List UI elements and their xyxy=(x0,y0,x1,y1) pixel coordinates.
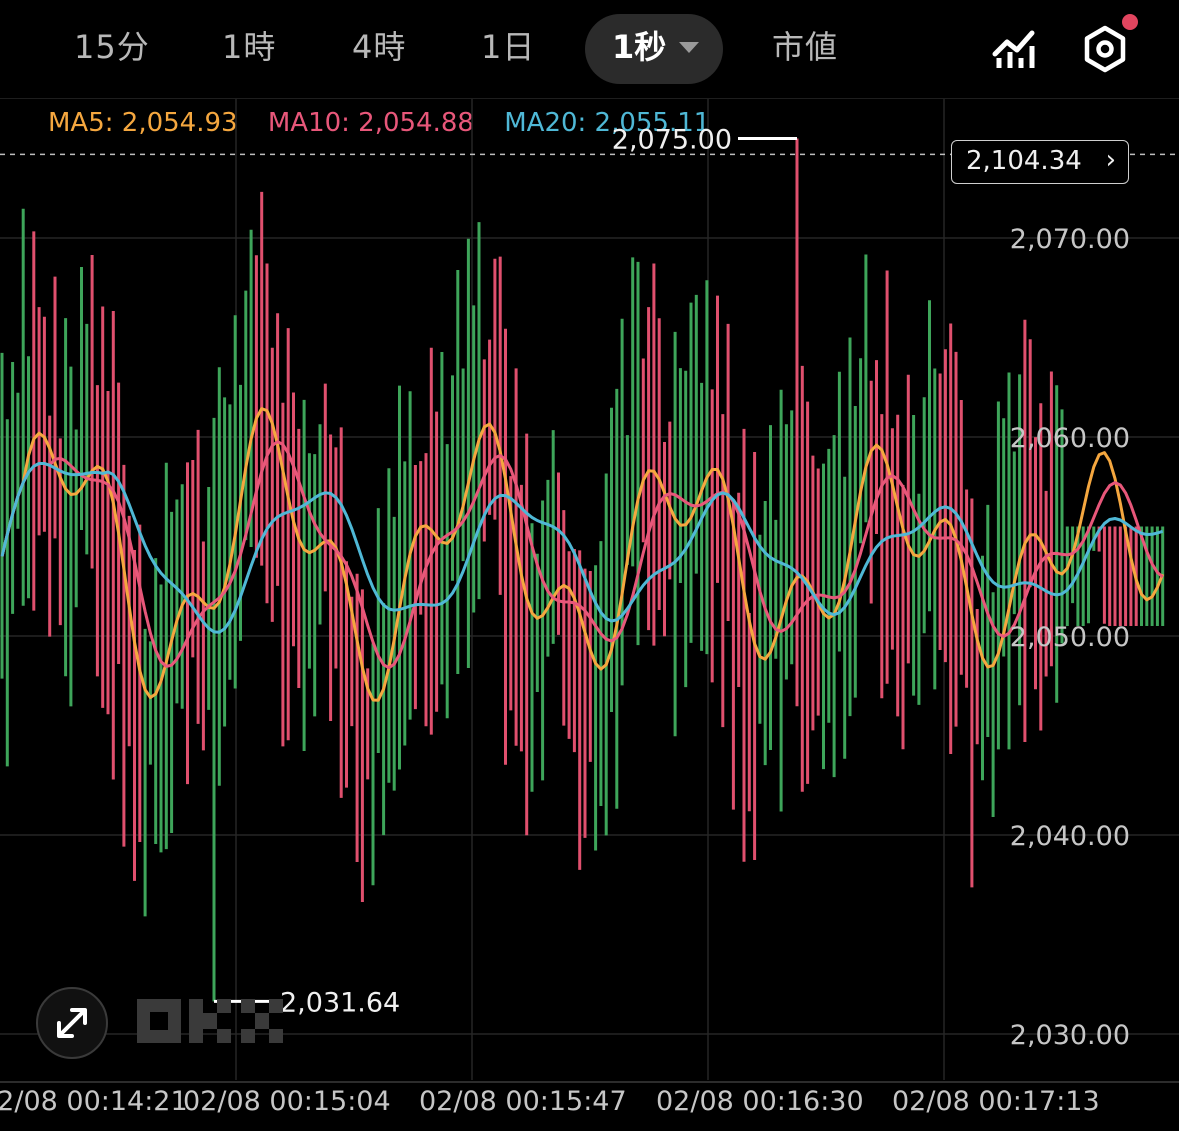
indicator-chart-icon[interactable] xyxy=(990,24,1040,74)
y-tick-label: 2,040.00 xyxy=(1010,821,1130,852)
current-price-value: 2,104.34 xyxy=(966,146,1082,176)
settings-hex-icon[interactable] xyxy=(1080,24,1130,74)
x-tick-label: 02/08 00:14:21 xyxy=(0,1086,188,1117)
chevron-right-icon: › xyxy=(1105,145,1116,175)
expand-icon xyxy=(57,1008,87,1038)
tab-1day[interactable]: 1日 xyxy=(481,22,535,68)
tab-1hour[interactable]: 1時 xyxy=(222,22,276,68)
price-chart[interactable]: 2,070.00 2,060.00 2,050.00 2,040.00 2,030.00… xyxy=(0,98,1179,1083)
current-price-tag[interactable]: 2,104.34 › xyxy=(951,140,1129,184)
tab-market-cap[interactable]: 市値 xyxy=(772,22,838,68)
tab-4hour[interactable]: 4時 xyxy=(352,22,406,68)
notification-dot xyxy=(1122,14,1138,30)
tab-15min[interactable]: 15分 xyxy=(74,22,150,68)
okx-watermark-logo xyxy=(137,999,283,1043)
x-tick-label: 02/08 00:15:04 xyxy=(183,1086,391,1117)
timeframe-toolbar: 15分 1時 4時 1日 1秒 市値 xyxy=(0,0,1179,98)
y-tick-label: 2,030.00 xyxy=(1010,1020,1130,1051)
low-marker-label: 2,031.64 xyxy=(280,987,400,1018)
x-tick-label: 02/08 00:15:47 xyxy=(419,1086,627,1117)
tab-1sec-label[interactable]: 1秒 xyxy=(612,22,666,68)
x-tick-label: 02/08 00:16:30 xyxy=(656,1086,864,1117)
x-tick-label: 02/08 00:17:13 xyxy=(892,1086,1100,1117)
y-tick-label: 2,060.00 xyxy=(1010,423,1130,454)
high-marker-label: 2,075.00 xyxy=(612,125,732,156)
y-tick-label: 2,050.00 xyxy=(1010,622,1130,653)
expand-button[interactable] xyxy=(36,987,108,1059)
chevron-down-icon[interactable] xyxy=(679,42,699,53)
y-tick-label: 2,070.00 xyxy=(1010,224,1130,255)
